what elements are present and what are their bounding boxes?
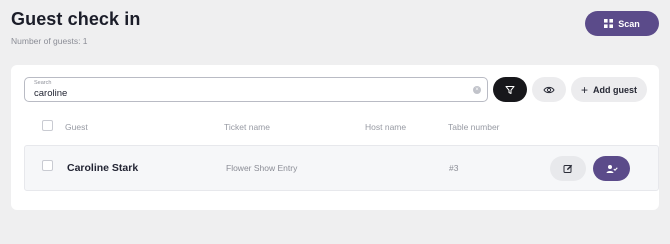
search-input[interactable]: caroline [34,88,67,99]
column-header-table-number: Table number [448,122,500,132]
qr-scan-icon [604,19,614,28]
check-in-guest-button[interactable] [593,156,630,181]
page-title: Guest check in [11,9,141,29]
filter-icon [505,85,515,94]
plus-icon: + [580,82,588,97]
scan-label: Scan [618,18,640,29]
guest-count: Number of guests: 1 [11,36,88,46]
row-checkbox[interactable] [42,160,53,171]
add-guest-button[interactable]: + Add guest [571,77,647,102]
user-check-icon [606,164,618,173]
clear-icon[interactable]: × [473,86,481,94]
select-all-checkbox[interactable] [42,120,53,131]
table-row[interactable]: Caroline Stark Flower Show Entry #3 [24,145,659,191]
column-header-ticket-name: Ticket name [224,122,270,132]
eye-icon [543,86,555,93]
edit-guest-button[interactable] [550,156,586,181]
view-toggle-button[interactable] [532,77,566,102]
column-header-guest: Guest [65,122,88,132]
table-number: #3 [449,163,459,173]
guest-name: Caroline Stark [67,162,139,174]
filter-button[interactable] [493,77,527,102]
edit-icon [563,164,573,173]
scan-button[interactable]: Scan [585,11,659,36]
search-label: Search [34,80,52,86]
column-header-host-name: Host name [365,122,407,132]
search-field[interactable]: Search caroline × [24,77,488,102]
add-guest-label: Add guest [593,84,637,95]
guest-list-card: Search caroline × + Add guest Guest Tick… [11,65,659,210]
ticket-name: Flower Show Entry [226,163,298,173]
